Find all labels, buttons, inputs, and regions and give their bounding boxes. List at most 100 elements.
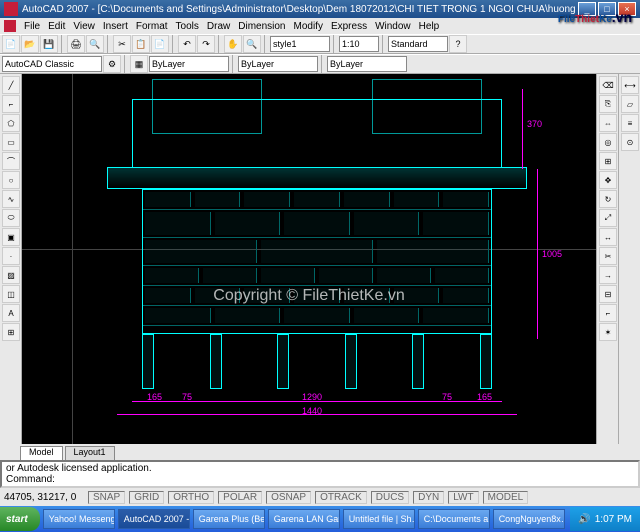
menu-draw[interactable]: Draw (207, 21, 230, 32)
command-prompt: Command: (6, 474, 634, 485)
spline-icon[interactable]: ∿ (2, 190, 20, 208)
tab-model[interactable]: Model (20, 446, 63, 460)
polygon-icon[interactable]: ⬠ (2, 114, 20, 132)
command-window[interactable]: or Autodesk licensed application. Comman… (0, 460, 640, 488)
paste-icon[interactable]: 📄 (151, 35, 169, 53)
standard-select[interactable]: Standard (388, 36, 448, 52)
mirror-icon[interactable]: ⇔ (599, 114, 617, 132)
task-yahoo[interactable]: Yahoo! Messenger (43, 509, 115, 529)
dyn-toggle[interactable]: DYN (413, 491, 444, 504)
ortho-toggle[interactable]: ORTHO (168, 491, 214, 504)
menu-dimension[interactable]: Dimension (238, 21, 285, 32)
menu-edit[interactable]: Edit (48, 21, 65, 32)
list-icon[interactable]: ≡ (621, 114, 639, 132)
start-button[interactable]: start (0, 507, 40, 531)
copy-icon[interactable]: 📋 (132, 35, 150, 53)
task-autocad[interactable]: AutoCAD 2007 -… (118, 509, 190, 529)
layout-tabs: Model Layout1 (0, 444, 640, 460)
zoom-icon[interactable]: 🔍 (243, 35, 261, 53)
altar-roof (107, 167, 527, 189)
menubar: File Edit View Insert Format Tools Draw … (0, 18, 640, 34)
scale-select[interactable]: 1:10 (339, 36, 379, 52)
undo-icon[interactable]: ↶ (178, 35, 196, 53)
help-icon[interactable]: ? (449, 35, 467, 53)
trim-icon[interactable]: ✂ (599, 247, 617, 265)
snap-toggle[interactable]: SNAP (88, 491, 125, 504)
task-cong[interactable]: CongNguyen8x… (493, 509, 565, 529)
otrack-toggle[interactable]: OTRACK (315, 491, 367, 504)
task-file[interactable]: Untitled file | Sh… (343, 509, 415, 529)
circle-icon[interactable]: ○ (2, 171, 20, 189)
offset-icon[interactable]: ◎ (599, 133, 617, 151)
menu-format[interactable]: Format (136, 21, 168, 32)
table-icon[interactable]: ⊞ (2, 323, 20, 341)
move-icon[interactable]: ✥ (599, 171, 617, 189)
polar-toggle[interactable]: POLAR (218, 491, 262, 504)
scale-icon[interactable]: ⤢ (599, 209, 617, 227)
break-icon[interactable]: ⊟ (599, 285, 617, 303)
save-icon[interactable]: 💾 (40, 35, 58, 53)
menu-file[interactable]: File (24, 21, 40, 32)
linetype-select[interactable]: ByLayer (327, 56, 407, 72)
fillet-icon[interactable]: ⌐ (599, 304, 617, 322)
task-docs[interactable]: C:\Documents a… (418, 509, 490, 529)
task-garena1[interactable]: Garena Plus (Be… (193, 509, 265, 529)
system-tray[interactable]: 🔊 1:07 PM (570, 507, 640, 531)
drawing-canvas[interactable]: 165 75 1290 75 165 1440 370 1005 Copyrig… (22, 74, 596, 444)
array-icon[interactable]: ⊞ (599, 152, 617, 170)
modify-toolbar: ⌫ ⎘ ⇔ ◎ ⊞ ✥ ↻ ⤢ ↔ ✂ → ⊟ ⌐ ✶ (596, 74, 618, 444)
menu-help[interactable]: Help (419, 21, 440, 32)
stretch-icon[interactable]: ↔ (599, 228, 617, 246)
line-icon[interactable]: ╱ (2, 76, 20, 94)
dist-icon[interactable]: ⟷ (621, 76, 639, 94)
menu-tools[interactable]: Tools (176, 21, 199, 32)
settings-icon[interactable]: ⚙ (103, 55, 121, 73)
standard-toolbar: 📄 📂 💾 🖨 🔍 ✂ 📋 📄 ↶ ↷ ✋ 🔍 style1 1:10 Stan… (0, 34, 640, 54)
grid-toggle[interactable]: GRID (129, 491, 164, 504)
rotate-icon[interactable]: ↻ (599, 190, 617, 208)
lwt-toggle[interactable]: LWT (448, 491, 478, 504)
arc-icon[interactable]: ⌒ (2, 152, 20, 170)
polyline-icon[interactable]: ⌐ (2, 95, 20, 113)
id-icon[interactable]: ⊙ (621, 133, 639, 151)
layer-icon[interactable]: ▦ (130, 55, 148, 73)
menu-window[interactable]: Window (375, 21, 411, 32)
text-icon[interactable]: A (2, 304, 20, 322)
cut-icon[interactable]: ✂ (113, 35, 131, 53)
layer-select[interactable]: ByLayer (149, 56, 229, 72)
tray-icon[interactable]: 🔊 (578, 514, 590, 525)
new-icon[interactable]: 📄 (2, 35, 20, 53)
area-icon[interactable]: ▱ (621, 95, 639, 113)
window-titlebar: AutoCAD 2007 - [C:\Documents and Setting… (0, 0, 640, 18)
ducs-toggle[interactable]: DUCS (371, 491, 409, 504)
rectangle-icon[interactable]: ▭ (2, 133, 20, 151)
color-select[interactable]: ByLayer (238, 56, 318, 72)
point-icon[interactable]: · (2, 247, 20, 265)
task-garena2[interactable]: Garena LAN Gam… (268, 509, 340, 529)
redo-icon[interactable]: ↷ (197, 35, 215, 53)
open-icon[interactable]: 📂 (21, 35, 39, 53)
region-icon[interactable]: ◫ (2, 285, 20, 303)
workspace-select[interactable]: AutoCAD Classic (2, 56, 102, 72)
menu-express[interactable]: Express (331, 21, 367, 32)
preview-icon[interactable]: 🔍 (86, 35, 104, 53)
erase-icon[interactable]: ⌫ (599, 76, 617, 94)
copy2-icon[interactable]: ⎘ (599, 95, 617, 113)
explode-icon[interactable]: ✶ (599, 323, 617, 341)
pan-icon[interactable]: ✋ (224, 35, 242, 53)
altar-legs (142, 334, 492, 389)
menu-modify[interactable]: Modify (294, 21, 323, 32)
print-icon[interactable]: 🖨 (67, 35, 85, 53)
menu-insert[interactable]: Insert (103, 21, 128, 32)
extend-icon[interactable]: → (599, 266, 617, 284)
menu-view[interactable]: View (73, 21, 95, 32)
model-toggle[interactable]: MODEL (483, 491, 529, 504)
block-icon[interactable]: ▣ (2, 228, 20, 246)
osnap-toggle[interactable]: OSNAP (266, 491, 311, 504)
style-select[interactable]: style1 (270, 36, 330, 52)
tab-layout1[interactable]: Layout1 (65, 446, 115, 460)
dim-h1: 165 (147, 392, 162, 402)
hatch-icon[interactable]: ▨ (2, 266, 20, 284)
status-bar: 44705, 31217, 0 SNAP GRID ORTHO POLAR OS… (0, 488, 640, 506)
ellipse-icon[interactable]: ⬭ (2, 209, 20, 227)
